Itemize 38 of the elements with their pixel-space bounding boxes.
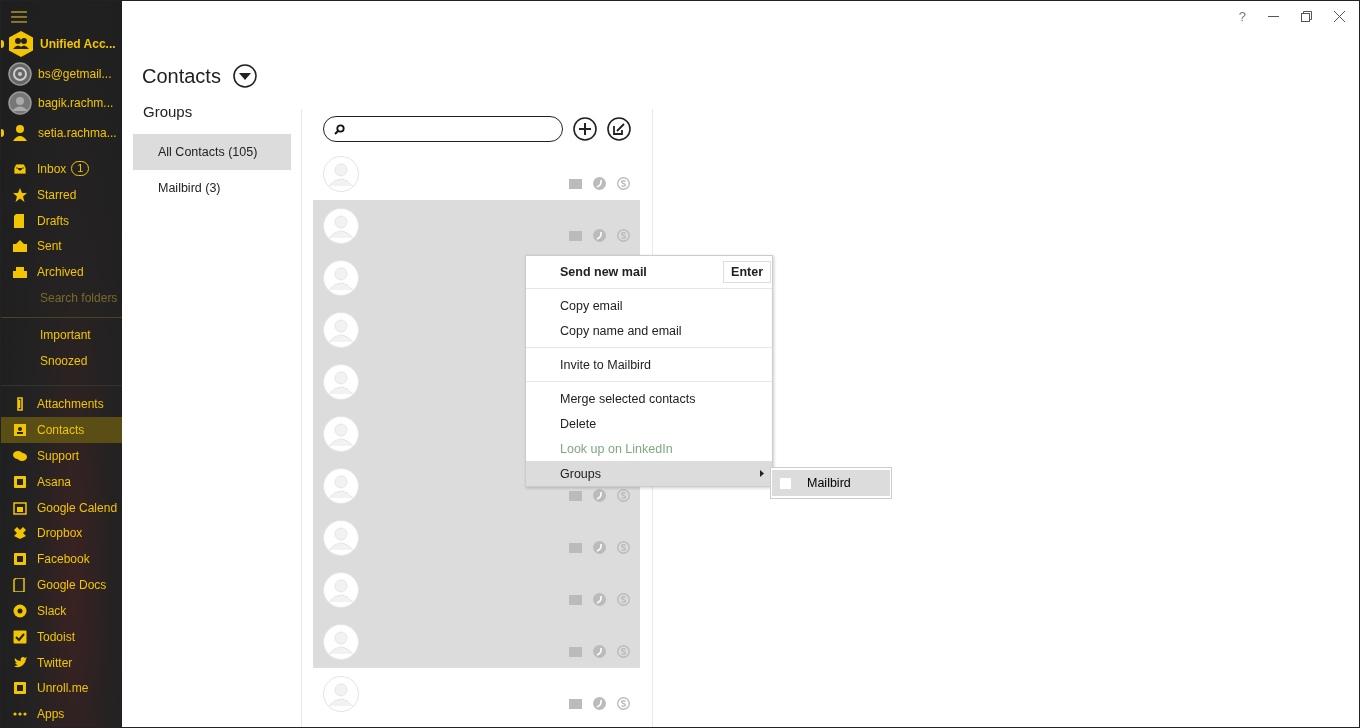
app-item[interactable]: Google Calend <box>1 494 122 521</box>
app-item[interactable]: Google Docs <box>1 572 122 598</box>
menu-item[interactable]: Copy name and email <box>526 318 772 343</box>
group-item[interactable]: Mailbird (3) <box>133 170 291 206</box>
shortcut-key: Enter <box>723 261 771 283</box>
folder-label[interactable]: Drafts <box>37 213 69 228</box>
account-name[interactable]: bagik.rachm... <box>38 96 114 111</box>
folder-label[interactable]: Starred <box>37 187 77 202</box>
app-item[interactable]: Asana <box>1 468 122 495</box>
page-title: Contacts <box>142 64 221 88</box>
account-name[interactable]: Unified Acc... <box>40 36 116 51</box>
menu-item[interactable]: Invite to Mailbird <box>526 352 772 377</box>
app-item[interactable]: Twitter <box>1 649 122 676</box>
menu-item[interactable]: Groups <box>526 461 772 486</box>
app-item[interactable]: Attachments <box>1 391 122 418</box>
app-item[interactable]: Dropbox <box>1 520 122 547</box>
menu-item[interactable]: Send new mail Enter <box>526 258 772 286</box>
app-item[interactable]: Facebook <box>1 546 122 573</box>
menu-item[interactable]: Copy email <box>526 293 772 318</box>
folder-label[interactable]: Archived <box>37 265 84 280</box>
folder-label[interactable]: Important <box>13 327 91 342</box>
app-item[interactable]: Support <box>1 443 122 469</box>
submenu-item[interactable]: Mailbird <box>772 470 890 496</box>
app-item[interactable]: Apps <box>1 701 122 727</box>
app-item[interactable]: Slack <box>1 597 122 624</box>
app-item[interactable]: Todoist <box>1 623 122 650</box>
app-item[interactable]: Contacts <box>1 417 122 444</box>
folder-label[interactable]: Sent <box>37 239 62 254</box>
account-name[interactable]: setia.rachma... <box>38 126 117 141</box>
menu-item[interactable]: Delete <box>526 411 772 436</box>
group-item[interactable]: All Contacts (105) <box>133 134 291 170</box>
app-item[interactable]: Unroll.me <box>1 675 122 702</box>
account-name[interactable]: bs@getmail... <box>38 66 112 81</box>
groups-heading: Groups <box>142 102 194 122</box>
menu-item[interactable]: Merge selected contacts <box>526 386 772 411</box>
help-button[interactable]: ? <box>1238 8 1246 24</box>
folder-label[interactable]: Snoozed <box>13 353 88 368</box>
folder-label[interactable]: Inbox <box>37 161 67 176</box>
